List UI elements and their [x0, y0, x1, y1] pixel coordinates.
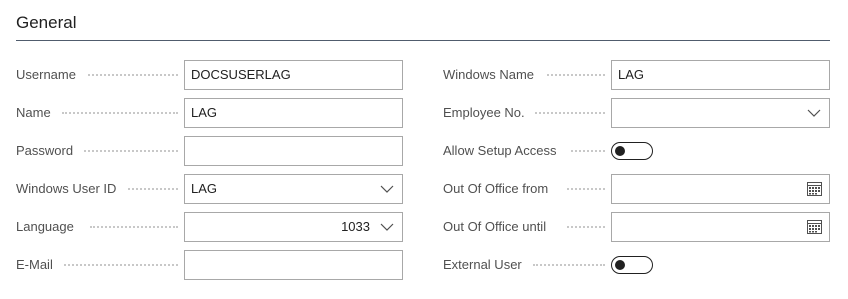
windows-user-id-value: LAG — [191, 181, 218, 196]
out-of-office-until-label: Out Of Office until — [443, 219, 547, 234]
employee-no-leader — [535, 112, 605, 114]
language-value: 1033 — [341, 219, 370, 234]
name-row: Name LAG — [16, 98, 403, 128]
out-of-office-from-label: Out Of Office from — [443, 181, 549, 196]
allow-setup-access-row: Allow Setup Access — [443, 136, 830, 166]
employee-no-label: Employee No. — [443, 105, 525, 120]
toggle-knob — [615, 146, 625, 156]
windows-name-row: Windows Name LAG — [443, 60, 830, 90]
external-user-toggle[interactable] — [611, 256, 653, 274]
username-field[interactable]: DOCSUSERLAG — [184, 60, 403, 90]
out-of-office-from-date[interactable] — [611, 174, 830, 204]
calendar-icon[interactable] — [807, 220, 822, 234]
out-of-office-until-date[interactable] — [611, 212, 830, 242]
chevron-down-icon[interactable] — [380, 184, 394, 194]
chevron-down-icon[interactable] — [807, 108, 821, 118]
employee-no-row: Employee No. — [443, 98, 830, 128]
email-field[interactable] — [184, 250, 403, 280]
allow-setup-access-leader — [571, 150, 605, 152]
email-label: E-Mail — [16, 257, 53, 272]
external-user-leader — [533, 264, 605, 266]
external-user-label: External User — [443, 257, 522, 272]
general-section: General Username DOCSUSERLAG Name LAG Pa… — [16, 0, 830, 299]
windows-user-id-row: Windows User ID LAG — [16, 174, 403, 204]
windows-user-id-label: Windows User ID — [16, 181, 117, 196]
out-of-office-from-row: Out Of Office from — [443, 174, 830, 204]
username-value: DOCSUSERLAG — [191, 67, 291, 82]
language-select[interactable]: 1033 — [184, 212, 403, 242]
username-row: Username DOCSUSERLAG — [16, 60, 403, 90]
allow-setup-access-label: Allow Setup Access — [443, 143, 557, 158]
password-row: Password — [16, 136, 403, 166]
out-of-office-until-leader — [567, 226, 605, 228]
allow-setup-access-toggle[interactable] — [611, 142, 653, 160]
username-leader — [88, 74, 178, 76]
out-of-office-from-leader — [567, 188, 605, 190]
password-leader — [84, 150, 178, 152]
windows-name-leader — [547, 74, 605, 76]
windows-user-id-leader — [128, 188, 178, 190]
windows-name-value: LAG — [618, 67, 645, 82]
email-row: E-Mail — [16, 250, 403, 280]
name-label: Name — [16, 105, 51, 120]
language-label: Language — [16, 219, 74, 234]
language-leader — [90, 226, 178, 228]
password-field[interactable] — [184, 136, 403, 166]
username-label: Username — [16, 67, 76, 82]
windows-name-field[interactable]: LAG — [611, 60, 830, 90]
name-value: LAG — [191, 105, 218, 120]
email-leader — [64, 264, 178, 266]
password-label: Password — [16, 143, 74, 158]
chevron-down-icon[interactable] — [380, 222, 394, 232]
calendar-icon[interactable] — [807, 182, 822, 196]
windows-name-label: Windows Name — [443, 67, 535, 82]
employee-no-select[interactable] — [611, 98, 830, 128]
section-divider — [16, 40, 830, 41]
language-row: Language 1033 — [16, 212, 403, 242]
name-field[interactable]: LAG — [184, 98, 403, 128]
external-user-row: External User — [443, 250, 830, 280]
windows-user-id-select[interactable]: LAG — [184, 174, 403, 204]
out-of-office-until-row: Out Of Office until — [443, 212, 830, 242]
section-title[interactable]: General — [16, 13, 76, 33]
name-leader — [62, 112, 178, 114]
toggle-knob — [615, 260, 625, 270]
